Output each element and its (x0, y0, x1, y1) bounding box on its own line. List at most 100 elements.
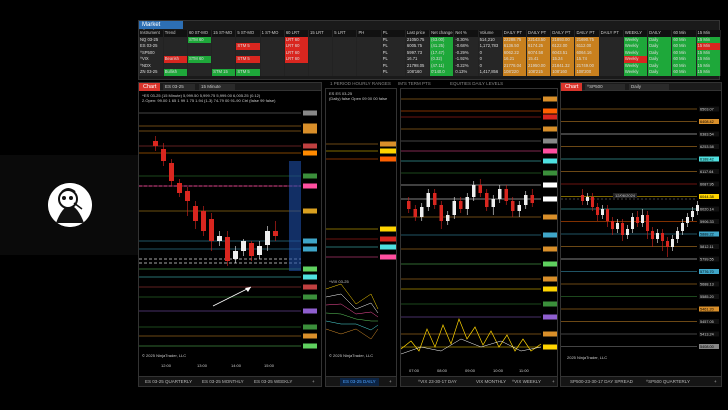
analyzer-cell: Weekly (623, 69, 649, 76)
price-tag (380, 254, 396, 260)
es-tab-bar: ES 03-25 QUARTERLY ES 03-25 MONTHLY ES 0… (139, 376, 321, 386)
candle-body (485, 193, 489, 207)
add-tab-icon[interactable]: + (711, 378, 720, 386)
candle-body (420, 207, 424, 217)
tab-es-quarterly[interactable]: ES 03-25 QUARTERLY (142, 378, 195, 386)
analyzer-cell (284, 69, 310, 76)
es-daily-panel[interactable]: ES ES 03-25 (Daily) false Open 09 00 00 … (325, 88, 397, 387)
price-label: 5776.70 (700, 270, 714, 274)
candle-body (201, 211, 206, 231)
price-label: 5585.20 (700, 295, 714, 299)
price-tag (303, 266, 317, 272)
analyzer-cell: 108'160 (550, 69, 576, 76)
chart-label[interactable]: Chart (139, 83, 161, 91)
streamer-avatar (48, 183, 92, 227)
tab-es-weekly[interactable]: ES 03-25 WEEKLY (251, 378, 295, 386)
price-label: 6253.58 (700, 145, 714, 149)
daily-tab-bar: ES 03-25 DAILY + (326, 376, 396, 386)
market-analyzer-table: Instrument Trend 60 ST-MO 15 ST-MO 5 ST-MO 1 … (139, 30, 722, 76)
candle-body (225, 237, 230, 261)
price-tag (380, 141, 396, 147)
period-selector[interactable]: 15 Minute (199, 84, 235, 90)
candle-body (498, 189, 502, 199)
analyzer-cell (356, 69, 382, 76)
price-tag (380, 156, 396, 162)
price-tag (543, 261, 557, 267)
es-price-plot[interactable] (139, 91, 322, 376)
candle-body (257, 246, 262, 255)
candle-body (636, 217, 639, 223)
vix-chart-panel[interactable]: 07:00 08:00 09:00 10:00 11:00 ^VIX 23-30… (400, 88, 558, 387)
candle-body (193, 206, 198, 221)
price-tag (303, 173, 317, 179)
price-label: 5413.24 (700, 333, 714, 337)
price-tag (303, 274, 317, 280)
price-label: 6117.64 (700, 170, 713, 174)
instrument-selector[interactable]: ^SP500 (585, 84, 625, 90)
candle-body (161, 149, 166, 161)
sp500-chart-panel[interactable]: Chart ^SP500 Daily 6503.07 6408.42 6383.54… (560, 82, 722, 387)
candle-body (504, 189, 508, 201)
price-tag (543, 331, 557, 337)
column-header[interactable]: 15 ST-MO (211, 30, 237, 37)
analyzer-cell: STM 15 (211, 69, 237, 76)
candle-body (249, 243, 254, 256)
column-header[interactable]: Net change (429, 30, 455, 37)
analyzer-cell: Daily (647, 69, 673, 76)
analyzer-row[interactable]: ZN 03-25 Bullish STM 15 STM 5 PL 108'160 0'140… (139, 69, 722, 76)
add-tab-icon[interactable]: + (549, 378, 557, 386)
tab-es-daily[interactable]: ES 03-25 DAILY (340, 378, 379, 386)
price-tag (303, 324, 317, 330)
price-tag (543, 276, 557, 282)
volume-profile (289, 161, 301, 271)
analyzer-cell: 108'160 (405, 69, 431, 76)
price-tag (543, 344, 557, 350)
add-tab-icon[interactable]: + (309, 378, 318, 386)
price-tag (543, 196, 557, 202)
daily-watermark: © 2025 NinjaTrader, LLC (329, 353, 374, 358)
column-header[interactable]: 60 ST-MO (187, 30, 213, 37)
column-header[interactable]: Instrument (139, 30, 164, 37)
sp500-price-plot[interactable]: 6503.07 6408.42 6383.54 6253.58 6188.42 6117.… (561, 91, 722, 376)
analyzer-cell (260, 69, 285, 76)
candle-body (233, 251, 238, 259)
tab-sp-spread[interactable]: SP500-23-30-17 DAY SPREAD (567, 378, 636, 386)
price-tag (380, 236, 396, 242)
analyzer-cell: 0.13% (453, 69, 479, 76)
price-label: 5888.22 (700, 233, 714, 237)
tab-vix-weekly[interactable]: ^VIX WEEKLY (509, 378, 544, 386)
price-label: 5688.13 (700, 283, 714, 287)
candle-body (446, 215, 450, 221)
candle-body (530, 195, 534, 203)
candle-body (265, 231, 270, 245)
time-label-3: 14:00 (231, 363, 242, 368)
price-tag (303, 308, 317, 314)
tab-sp-quarterly[interactable]: ^SP500 QUARTERLY (643, 378, 693, 386)
price-tag (543, 232, 557, 238)
es-daily-plot[interactable] (326, 89, 397, 369)
add-tab-icon[interactable]: + (386, 378, 395, 386)
tab-vix-day[interactable]: ^VIX 23-30-17 DAY (415, 378, 460, 386)
analyzer-cell: 108'200 (574, 69, 600, 76)
candle-body (671, 239, 674, 247)
sp-toolbar: Chart ^SP500 Daily (561, 83, 721, 91)
candle-body (696, 205, 699, 211)
price-tag (303, 128, 317, 134)
vix-price-plot[interactable] (401, 89, 558, 378)
instrument-selector[interactable]: ES 03-25 (163, 84, 195, 90)
es-chart-panel[interactable]: Chart ES 03-25 15 Minute ^ES 03-25 (15 M… (138, 82, 322, 387)
tab-vix-monthly[interactable]: VIX MONTHLY (473, 378, 509, 386)
analyzer-cell: 60 Min (671, 69, 697, 76)
background-tab-3[interactable]: EQUITIES DAILY LEVELS (450, 80, 503, 88)
tab-es-monthly[interactable]: ES 03-25 MONTHLY (199, 378, 247, 386)
volume-line (401, 317, 542, 352)
crosshair-date: 12/06/2024 (613, 193, 638, 198)
market-analyzer-title: Market Analyzer (139, 21, 183, 36)
background-tab-1[interactable]: 1 PERIOD HOURLY RANGES (330, 80, 391, 88)
background-tab-2[interactable]: IM'S TERM PTS (398, 80, 431, 88)
chart-toolbar: Chart ES 03-25 15 Minute (139, 83, 321, 91)
period-selector[interactable]: Daily (629, 84, 669, 90)
chart-label[interactable]: Chart (561, 83, 583, 91)
candle-body (491, 199, 495, 207)
candle-body (241, 241, 246, 251)
